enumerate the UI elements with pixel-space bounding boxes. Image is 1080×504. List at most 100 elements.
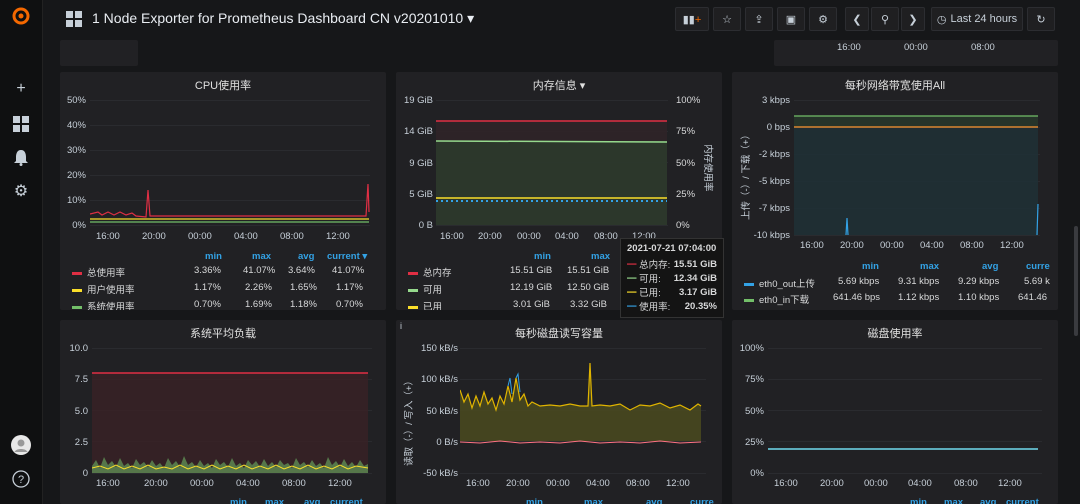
x-tick: 20:00 xyxy=(840,240,864,251)
x-tick: 04:00 xyxy=(908,478,932,489)
grafana-logo-icon[interactable] xyxy=(11,6,31,26)
zoom-out-button[interactable]: ⚲ xyxy=(871,7,899,31)
y-tick: 0% xyxy=(72,220,86,231)
time-back-button[interactable]: ❮ xyxy=(845,7,869,31)
settings-button[interactable]: ⚙ xyxy=(809,7,837,31)
svg-text:?: ? xyxy=(18,474,24,486)
load-average-panel[interactable]: 系统平均负载 10.0 7.5 5.0 2.5 0 16:00 20:00 00… xyxy=(60,320,386,504)
legend-header-min[interactable]: min xyxy=(910,497,927,504)
tooltip-row: ━ 已用: 3.17 GiB xyxy=(627,286,717,300)
x-tick: 08:00 xyxy=(282,478,306,489)
x-tick: 00:00 xyxy=(517,231,541,242)
y-tick: 0 B xyxy=(418,220,433,231)
x-tick: 16:00 xyxy=(466,478,490,489)
y-tick: 10% xyxy=(66,195,86,206)
legend-header-avg[interactable]: avg xyxy=(298,251,314,262)
legend-header-max[interactable]: max xyxy=(591,251,610,262)
plus-icon[interactable]: + xyxy=(11,79,31,99)
disk-usage-chart xyxy=(768,348,1042,474)
legend-header-avg[interactable]: avg xyxy=(646,497,662,504)
legend-header-max[interactable]: max xyxy=(944,497,963,504)
legend-header-min[interactable]: min xyxy=(230,497,247,504)
y-tick: 50% xyxy=(66,95,86,106)
add-panel-button[interactable]: ▮▮+ xyxy=(675,7,709,31)
search-icon: ⚲ xyxy=(880,13,890,26)
memory-chart xyxy=(436,100,668,226)
x-tick: 08:00 xyxy=(626,478,650,489)
x-tick: 12:00 xyxy=(1000,240,1024,251)
y-tick: 50% xyxy=(744,406,764,417)
x-tick: 00:00 xyxy=(546,478,570,489)
legend-header-current[interactable]: curre xyxy=(1026,261,1050,272)
x-tick: 16:00 xyxy=(800,240,824,251)
save-button[interactable]: ▣ xyxy=(777,7,805,31)
share-button[interactable]: ⇪ xyxy=(745,7,773,31)
y2-axis-label: 内存使用率 xyxy=(702,144,713,192)
star-button[interactable]: ☆ xyxy=(713,7,741,31)
y-axis-label: 读取（-）/ 写入（+） xyxy=(404,376,415,466)
legend-header-max[interactable]: max xyxy=(584,497,603,504)
x-tick: 00:00 xyxy=(190,478,214,489)
legend-header-max[interactable]: max xyxy=(265,497,284,504)
dashboard-title[interactable]: 1 Node Exporter for Prometheus Dashboard… xyxy=(92,10,474,27)
cpu-usage-panel[interactable]: CPU使用率 50% 40% 30% 20% 10% 0% 16:00 20:0… xyxy=(60,72,386,310)
y-tick: 14 GiB xyxy=(403,126,433,137)
y2-tick: 25% xyxy=(676,189,696,200)
help-icon[interactable]: ? xyxy=(11,469,31,489)
time-range-picker[interactable]: ◷ Last 24 hours xyxy=(931,7,1023,31)
x-tick: 12:00 xyxy=(326,231,350,242)
legend-header-current[interactable]: current ▾ xyxy=(327,251,367,262)
timeline-tick: 16:00 xyxy=(837,42,861,53)
bell-icon[interactable] xyxy=(11,148,31,168)
y-tick: 0 xyxy=(82,468,88,479)
y-tick: 9 GiB xyxy=(409,158,433,169)
y2-tick: 100% xyxy=(676,95,701,106)
legend-header-max[interactable]: max xyxy=(252,251,271,262)
panel-title[interactable]: 内存信息 ▾ xyxy=(396,77,722,93)
legend-header-min[interactable]: min xyxy=(862,261,879,272)
x-tick: 04:00 xyxy=(236,478,260,489)
y-tick: 10.0 xyxy=(69,343,89,354)
x-tick: 16:00 xyxy=(96,231,120,242)
partial-timeline-panel: 16:00 00:00 08:00 xyxy=(774,40,1058,66)
y-tick: 2.5 xyxy=(74,437,88,448)
legend-header-avg[interactable]: avg xyxy=(982,261,998,272)
x-tick: 04:00 xyxy=(555,231,579,242)
legend-header-min[interactable]: min xyxy=(534,251,551,262)
legend-header-min[interactable]: min xyxy=(205,251,222,262)
save-icon: ▣ xyxy=(785,13,797,26)
top-navbar: 1 Node Exporter for Prometheus Dashboard… xyxy=(42,0,1080,38)
network-bandwidth-panel[interactable]: 每秒网络带宽使用All 3 kbps 0 bps -2 kbps -5 kbps… xyxy=(732,72,1058,310)
x-tick: 04:00 xyxy=(586,478,610,489)
refresh-button[interactable]: ↻ xyxy=(1027,7,1055,31)
panel-title: 每秒网络带宽使用All xyxy=(844,80,946,92)
page-scrollbar[interactable] xyxy=(1074,226,1078,336)
y-tick: 7.5 xyxy=(74,374,88,385)
x-tick: 20:00 xyxy=(478,231,502,242)
legend-header-max[interactable]: max xyxy=(920,261,939,272)
time-forward-button[interactable]: ❯ xyxy=(901,7,925,31)
load-chart xyxy=(92,348,372,474)
x-tick: 12:00 xyxy=(666,478,690,489)
x-tick: 08:00 xyxy=(594,231,618,242)
legend-header-avg[interactable]: avg xyxy=(980,497,996,504)
network-chart xyxy=(794,100,1040,236)
gear-icon[interactable]: ⚙ xyxy=(11,181,31,201)
bar-chart-icon: ▮▮+ xyxy=(682,13,702,26)
legend-header-current[interactable]: curre xyxy=(690,497,714,504)
x-tick: 16:00 xyxy=(440,231,464,242)
legend-header-current[interactable]: current xyxy=(1006,497,1039,504)
dashboards-icon[interactable] xyxy=(11,114,31,134)
avatar[interactable] xyxy=(11,435,31,455)
legend-header-avg[interactable]: avg xyxy=(304,497,320,504)
legend-header-current[interactable]: current xyxy=(330,497,363,504)
y-tick: 3 kbps xyxy=(762,95,790,106)
y2-tick: 0% xyxy=(676,220,690,231)
disk-usage-panel[interactable]: 磁盘使用率 100% 75% 50% 25% 0% 16:00 20:00 00… xyxy=(732,320,1058,504)
x-tick: 00:00 xyxy=(880,240,904,251)
legend-header-min[interactable]: min xyxy=(526,497,543,504)
star-icon: ☆ xyxy=(722,13,732,26)
x-tick: 20:00 xyxy=(144,478,168,489)
disk-io-panel[interactable]: i 每秒磁盘读写容量 150 kB/s 100 kB/s 50 kB/s 0 B… xyxy=(396,320,722,504)
tooltip-row: ━ 可用: 12.34 GiB xyxy=(627,272,717,286)
